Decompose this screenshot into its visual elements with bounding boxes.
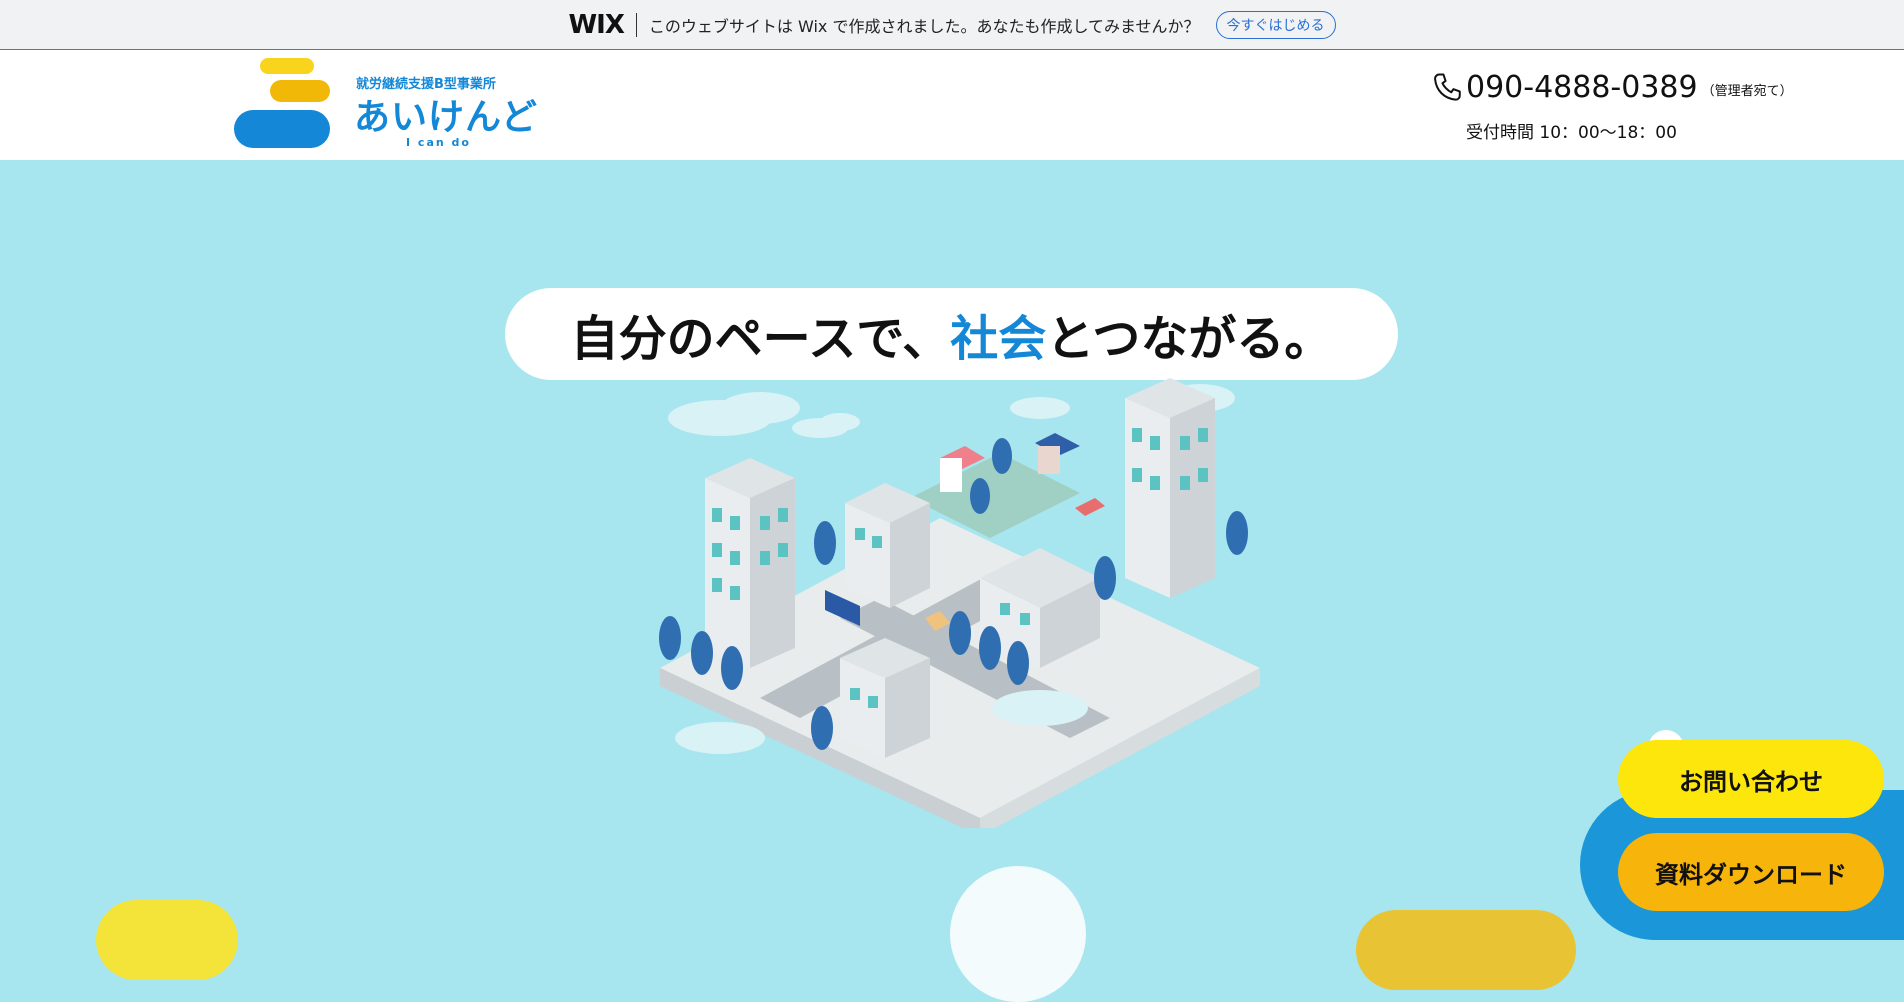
phone-number[interactable]: 090-4888-0389 — [1466, 70, 1698, 105]
wix-message: このウェブサイトは Wix で作成されました。あなたも作成してみませんか？ — [648, 16, 1200, 36]
decor-white-circle — [950, 866, 1086, 1002]
tagline-accent: 社会 — [950, 311, 1047, 367]
hero-tagline: 自分のペースで、 社会 とつながる。 — [505, 288, 1398, 380]
tagline-part-1: 自分のペースで、 — [570, 311, 951, 367]
contact-button[interactable]: お問い合わせ — [1618, 740, 1884, 818]
business-hours: 受付時間 10：00〜18：00 — [1466, 123, 1677, 143]
phone-contact[interactable]: 090-4888-0389 （管理者宛て） — [1430, 70, 1793, 105]
tagline-part-2: とつながる。 — [1046, 311, 1333, 367]
logo-title[interactable]: あいけんど — [354, 88, 538, 140]
download-docs-button[interactable]: 資料ダウンロード — [1618, 833, 1884, 911]
logo-bar-bottom — [234, 110, 330, 148]
logo-bar-middle — [270, 80, 330, 102]
logo-bar-top — [260, 58, 314, 74]
logo-english: I can do — [406, 136, 471, 149]
wix-banner: WIX このウェブサイトは Wix で作成されました。あなたも作成してみませんか… — [0, 0, 1904, 50]
logo-mark-icon[interactable] — [234, 58, 330, 148]
city-illustration — [659, 378, 1260, 828]
phone-note: （管理者宛て） — [1701, 84, 1793, 99]
wix-divider — [635, 12, 637, 37]
decor-gold-pill — [1356, 910, 1576, 990]
decor-yellow-pill — [96, 900, 238, 980]
site-header: 就労継続支援B型事業所 あいけんど I can do 090-4888-0389… — [0, 50, 1904, 160]
phone-icon — [1434, 73, 1461, 101]
wix-logo[interactable]: WIX — [568, 10, 624, 40]
wix-start-button[interactable]: 今すぐはじめる — [1215, 10, 1336, 39]
